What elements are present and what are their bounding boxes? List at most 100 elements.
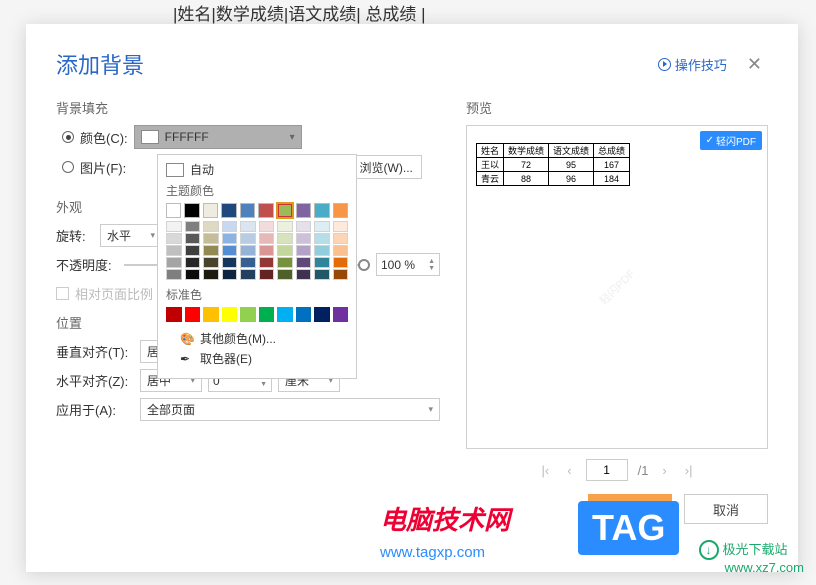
- theme-shade-swatch[interactable]: [296, 257, 312, 268]
- theme-shade-swatch[interactable]: [259, 221, 275, 232]
- theme-shade-swatch[interactable]: [314, 233, 330, 244]
- theme-color-swatch[interactable]: [333, 203, 348, 218]
- image-radio[interactable]: [62, 161, 74, 173]
- rotate-combo[interactable]: 水平▾: [100, 224, 162, 247]
- standard-color-swatch[interactable]: [314, 307, 330, 322]
- eyedropper-action[interactable]: ✒ 取色器(E): [180, 350, 348, 367]
- page-first[interactable]: |‹: [538, 461, 554, 480]
- color-radio[interactable]: [62, 131, 74, 143]
- theme-shade-swatch[interactable]: [277, 269, 293, 280]
- theme-shade-swatch[interactable]: [314, 221, 330, 232]
- theme-color-swatch[interactable]: [203, 203, 218, 218]
- color-swatch-preview: [141, 130, 159, 144]
- theme-shade-swatch[interactable]: [222, 245, 238, 256]
- theme-shade-swatch[interactable]: [240, 257, 256, 268]
- theme-shade-swatch[interactable]: [333, 257, 349, 268]
- page-next[interactable]: ›: [658, 461, 670, 480]
- theme-shade-swatch[interactable]: [222, 257, 238, 268]
- theme-shade-swatch[interactable]: [277, 257, 293, 268]
- theme-shade-swatch[interactable]: [203, 245, 219, 256]
- theme-shade-swatch[interactable]: [259, 245, 275, 256]
- theme-color-swatch[interactable]: [296, 203, 311, 218]
- standard-color-swatch[interactable]: [166, 307, 182, 322]
- tips-link[interactable]: 操作技巧: [658, 55, 727, 74]
- theme-shade-swatch[interactable]: [166, 245, 182, 256]
- valign-label: 垂直对齐(T):: [56, 342, 134, 361]
- theme-shade-swatch[interactable]: [277, 245, 293, 256]
- theme-color-swatch[interactable]: [184, 203, 199, 218]
- close-button[interactable]: ✕: [741, 52, 768, 77]
- theme-shade-swatch[interactable]: [222, 233, 238, 244]
- apply-combo[interactable]: 全部页面▾: [140, 398, 440, 421]
- color-dropdown[interactable]: FFFFFF ▾: [134, 125, 302, 149]
- theme-shade-swatch[interactable]: [222, 221, 238, 232]
- theme-shade-swatch[interactable]: [185, 221, 201, 232]
- theme-shade-swatch[interactable]: [296, 245, 312, 256]
- standard-color-swatch[interactable]: [333, 307, 349, 322]
- theme-shade-swatch[interactable]: [333, 221, 349, 232]
- theme-shade-swatch[interactable]: [185, 257, 201, 268]
- theme-shade-swatch[interactable]: [314, 257, 330, 268]
- theme-shade-swatch[interactable]: [333, 233, 349, 244]
- theme-shade-swatch[interactable]: [277, 221, 293, 232]
- theme-color-swatch[interactable]: [277, 203, 293, 218]
- theme-shade-swatch[interactable]: [314, 245, 330, 256]
- theme-color-swatch[interactable]: [166, 203, 181, 218]
- theme-shade-swatch[interactable]: [185, 269, 201, 280]
- theme-shade-swatch[interactable]: [185, 245, 201, 256]
- theme-shade-swatch[interactable]: [166, 221, 182, 232]
- scale-label: 相对页面比例: [75, 284, 153, 303]
- standard-color-swatch[interactable]: [203, 307, 219, 322]
- theme-shade-swatch[interactable]: [166, 233, 182, 244]
- scale-checkbox[interactable]: [56, 287, 69, 300]
- halign-label: 水平对齐(Z):: [56, 371, 134, 390]
- theme-shade-swatch[interactable]: [259, 257, 275, 268]
- theme-shade-swatch[interactable]: [203, 233, 219, 244]
- theme-shade-swatch[interactable]: [296, 233, 312, 244]
- watermark-tag-badge: TAG: [578, 501, 679, 555]
- theme-shade-swatch[interactable]: [222, 269, 238, 280]
- theme-shade-swatch[interactable]: [203, 221, 219, 232]
- page-input[interactable]: [586, 459, 628, 481]
- auto-color-row[interactable]: 自动: [166, 161, 348, 178]
- slider-thumb[interactable]: [358, 259, 370, 271]
- theme-row: [166, 203, 348, 218]
- theme-shade-swatch[interactable]: [259, 269, 275, 280]
- standard-color-swatch[interactable]: [240, 307, 256, 322]
- play-icon: [658, 58, 671, 71]
- theme-shade-swatch[interactable]: [296, 221, 312, 232]
- theme-shade-swatch[interactable]: [240, 269, 256, 280]
- tips-label: 操作技巧: [675, 55, 727, 74]
- theme-shade-swatch[interactable]: [277, 233, 293, 244]
- standard-color-swatch[interactable]: [185, 307, 201, 322]
- standard-color-swatch[interactable]: [296, 307, 312, 322]
- theme-shade-swatch[interactable]: [333, 269, 349, 280]
- cancel-button[interactable]: 取消: [684, 494, 768, 524]
- theme-shade-swatch[interactable]: [240, 233, 256, 244]
- theme-shade-swatch[interactable]: [166, 269, 182, 280]
- theme-color-swatch[interactable]: [240, 203, 255, 218]
- other-colors-action[interactable]: 🎨 其他颜色(M)...: [180, 330, 348, 347]
- theme-color-swatch[interactable]: [314, 203, 329, 218]
- standard-color-swatch[interactable]: [277, 307, 293, 322]
- theme-shade-swatch[interactable]: [333, 245, 349, 256]
- theme-shade-swatch[interactable]: [240, 245, 256, 256]
- theme-shade-swatch[interactable]: [203, 257, 219, 268]
- standard-color-swatch[interactable]: [259, 307, 275, 322]
- theme-shade-swatch[interactable]: [259, 233, 275, 244]
- page-prev[interactable]: ‹: [563, 461, 575, 480]
- page-last[interactable]: ›|: [681, 461, 697, 480]
- theme-shade-swatch[interactable]: [166, 257, 182, 268]
- theme-shade-swatch[interactable]: [296, 269, 312, 280]
- preview-badge: ✓轻闪PDF: [700, 131, 762, 150]
- watermark-red-text: 电脑技术网: [380, 500, 510, 537]
- theme-shade-swatch[interactable]: [185, 233, 201, 244]
- theme-color-swatch[interactable]: [221, 203, 236, 218]
- theme-shade-swatch[interactable]: [240, 221, 256, 232]
- theme-color-swatch[interactable]: [258, 203, 273, 218]
- standard-color-swatch[interactable]: [222, 307, 238, 322]
- theme-shade-swatch[interactable]: [203, 269, 219, 280]
- browse-button[interactable]: 浏览(W)...: [350, 155, 422, 179]
- opacity-spin[interactable]: 100 %▲▼: [376, 253, 440, 276]
- theme-shade-swatch[interactable]: [314, 269, 330, 280]
